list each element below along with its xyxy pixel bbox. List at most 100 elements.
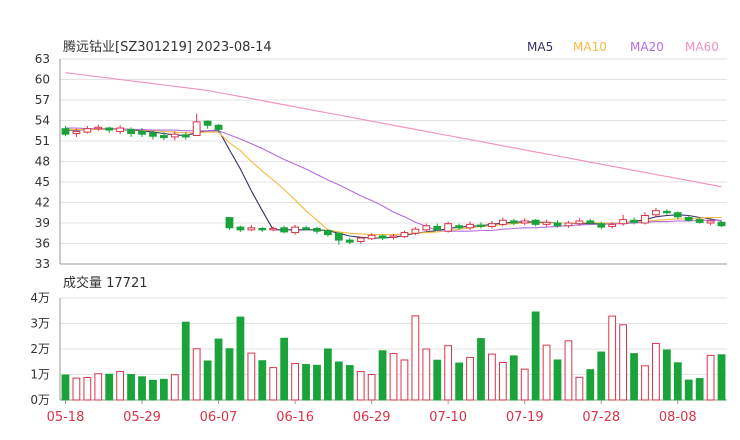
candle-body (83, 128, 92, 133)
candle (280, 225, 289, 234)
legend-ma10: MA10 (573, 40, 607, 54)
volume-bar (138, 376, 146, 401)
volume-tick-label: 4万 (30, 291, 50, 305)
candle-body (170, 133, 179, 138)
candle-body (258, 227, 267, 231)
candle-body (619, 219, 628, 225)
volume-bar (520, 368, 529, 401)
candle-body (105, 127, 114, 131)
price-tick-label: 54 (35, 114, 50, 128)
candle-body (236, 226, 245, 231)
candle-body (269, 227, 278, 231)
volume-bar (225, 348, 234, 401)
candle (542, 219, 551, 227)
volume-bar (619, 324, 628, 401)
volume-bar (72, 377, 81, 401)
volume-bar (389, 353, 398, 401)
candle-body (695, 219, 704, 223)
date-tick-label: 07-28 (582, 410, 620, 425)
volume-bar (127, 374, 135, 401)
candle (433, 223, 442, 232)
volume-bar (149, 379, 157, 401)
candle-body (313, 227, 321, 232)
volume-bar (411, 315, 420, 401)
candle (236, 225, 245, 232)
volume-bar (542, 344, 551, 401)
volume-bar (258, 360, 267, 401)
candle-body (433, 225, 442, 231)
candle (717, 220, 726, 228)
volume-bar (706, 354, 715, 401)
volume-bar (291, 363, 299, 401)
candle-body (367, 234, 376, 240)
candle-body (159, 135, 168, 139)
volume-bar (444, 345, 453, 401)
volume-bar (280, 337, 289, 401)
volume-bar (575, 376, 584, 401)
candle-body (181, 134, 190, 138)
volume-bar (61, 374, 70, 401)
volume-bar (313, 364, 321, 401)
volume-bar (466, 356, 474, 401)
candle-body (247, 227, 256, 231)
volume-bar (247, 352, 256, 401)
date-tick-label: 08-08 (659, 410, 697, 425)
date-tick-label: 06-29 (353, 410, 391, 425)
candle-body (564, 222, 573, 227)
candle (269, 226, 278, 232)
candle-body (192, 121, 201, 137)
candle-body (553, 222, 562, 227)
candle-body (225, 217, 234, 229)
candle-body (466, 223, 474, 229)
volume-bar (531, 311, 540, 401)
candle-body (706, 220, 715, 224)
candle (619, 214, 628, 226)
candle-body (400, 232, 409, 238)
volume-tick-label: 3万 (30, 317, 50, 331)
candle (324, 229, 332, 237)
candle (356, 236, 365, 244)
candle (662, 209, 671, 215)
candle (291, 225, 299, 235)
date-tick-label: 06-16 (276, 410, 314, 425)
volume-bar (509, 355, 518, 401)
candle-body (444, 223, 453, 232)
candle-body (597, 223, 606, 228)
volume-bar (378, 350, 387, 401)
candle-body (509, 220, 518, 224)
chart-title: 腾远钴业[SZ301219] 2023-08-14 (63, 39, 272, 55)
candle (444, 221, 453, 233)
date-tick-label: 07-10 (429, 410, 467, 425)
price-tick-label: 42 (35, 196, 50, 210)
candle-body (455, 225, 463, 229)
volume-title: 成交量 17721 (63, 275, 148, 291)
candle-body (72, 130, 81, 134)
volume-bar (159, 378, 168, 401)
price-tick-label: 36 (35, 237, 50, 251)
candle-body (203, 120, 212, 126)
volume-bar (400, 359, 409, 401)
candle (564, 220, 573, 228)
volume-bar (597, 351, 606, 401)
candle-body (662, 210, 671, 214)
candle-body (291, 226, 299, 234)
candle-body (280, 227, 289, 233)
candle (641, 212, 649, 225)
candle (192, 113, 201, 137)
volume-bar (455, 362, 463, 401)
date-axis: 05-18 05-29 06-07 06-16 06-29 07-10 07-19 07-28… (47, 400, 697, 425)
candle-body (498, 219, 507, 225)
volume-bar (630, 353, 638, 401)
candle-body (411, 228, 420, 234)
volume-bar (345, 365, 354, 401)
candle (225, 217, 234, 230)
price-tick-label: 63 (35, 52, 50, 66)
candle-body (575, 220, 584, 225)
candle-body (356, 237, 365, 242)
candle-body (477, 224, 485, 227)
volume-tick-label: 1万 (30, 368, 50, 382)
candle (531, 218, 540, 227)
volume-tick-label: 2万 (30, 342, 50, 356)
volume-bar (356, 370, 365, 401)
candle-body (641, 214, 649, 224)
